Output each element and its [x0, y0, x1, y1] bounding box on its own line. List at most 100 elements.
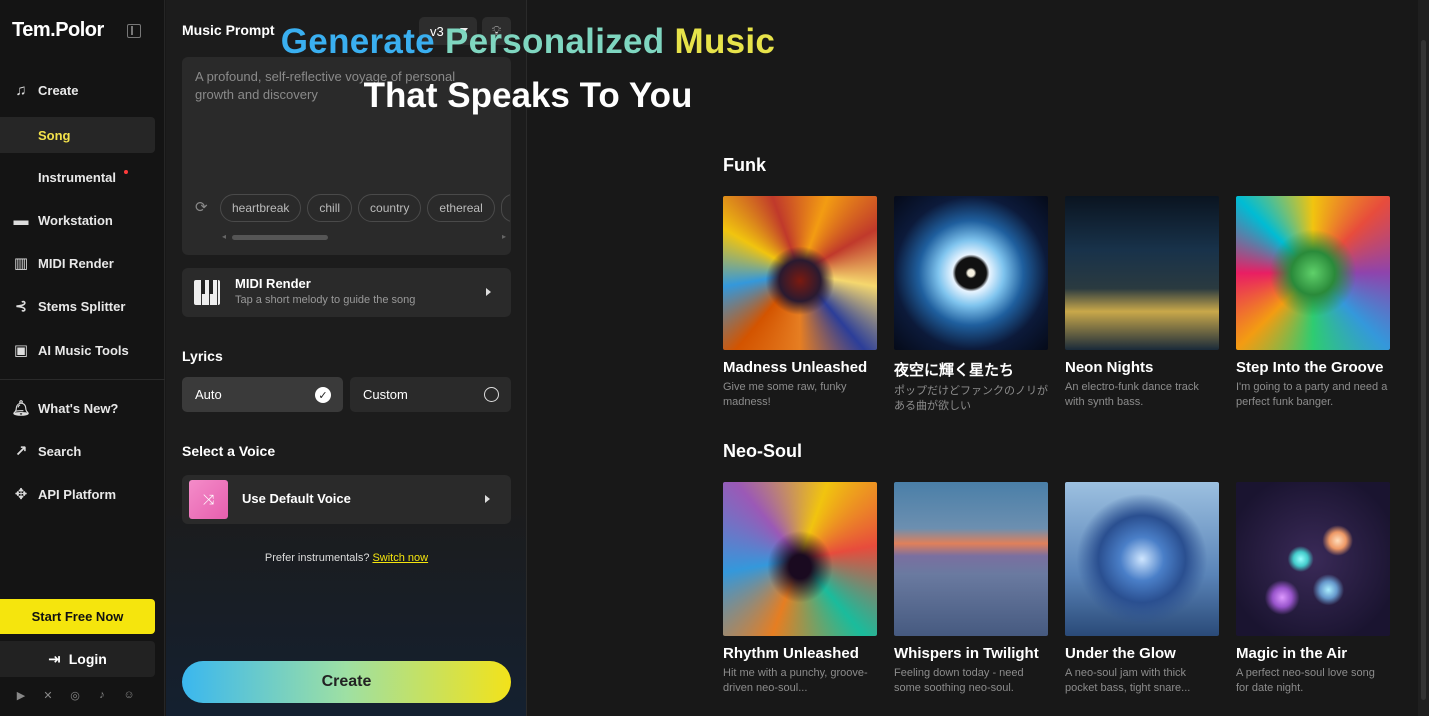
lyrics-custom-label: Custom — [363, 387, 408, 402]
nav-whats-new-label: What's New? — [38, 400, 119, 416]
nav-instrumental-label: Instrumental — [38, 169, 117, 185]
tag-chip[interactable]: country — [358, 194, 422, 222]
card-description: Hit me with a punchy, groove-driven neo-… — [723, 667, 868, 694]
cover-art-image — [723, 482, 877, 636]
card-title: Madness Unleashed — [723, 359, 868, 376]
voice-heading: Select a Voice — [182, 443, 276, 459]
card-description: ポップだけどファンクのノリがある曲が欲しい — [894, 385, 1048, 412]
card-description: Feeling down today - need some soothing … — [894, 667, 1024, 694]
start-free-button[interactable]: Start Free Now — [0, 599, 155, 634]
section-funk-heading: Funk — [723, 155, 766, 175]
social-links: ▶ ✕ ◎ ♪ ☺ — [14, 688, 136, 702]
nav-search-label: Search — [38, 443, 82, 459]
tag-chip-partial[interactable] — [500, 194, 510, 222]
prefer-instrumentals: Prefer instrumentals? Switch now — [166, 552, 527, 564]
cover-art-image — [723, 196, 877, 350]
chevron-right-icon — [485, 495, 490, 503]
tags-scrollbar[interactable] — [232, 235, 328, 240]
tiktok-icon[interactable]: ♪ — [95, 688, 109, 702]
lyrics-heading: Lyrics — [182, 348, 223, 364]
api-icon: ✥ — [14, 486, 28, 503]
nav-instrumental[interactable]: Instrumental — [0, 159, 165, 195]
voice-select[interactable]: ⤨ Use Default Voice — [182, 475, 511, 524]
cover-art-image — [894, 196, 1048, 350]
check-icon: ✓ — [315, 387, 331, 403]
nav-midi-render-label: MIDI Render — [38, 255, 114, 271]
discord-icon[interactable]: ☺ — [122, 688, 136, 702]
card-description: An electro-funk dance track with synth b… — [1065, 381, 1199, 408]
nav-workstation-label: Workstation — [38, 212, 113, 228]
instagram-icon[interactable]: ◎ — [68, 688, 82, 702]
piano-icon: ▥ — [13, 255, 29, 272]
lyrics-custom-option[interactable]: Custom — [350, 377, 511, 412]
midi-render-subtitle: Tap a short melody to guide the song — [235, 294, 416, 306]
workstation-icon: ▬ — [13, 211, 29, 229]
song-card[interactable]: Step Into the Groove I'm going to a part… — [1236, 196, 1390, 410]
song-card[interactable]: Whispers in Twilight Feeling down today … — [894, 482, 1048, 696]
nav-song[interactable]: Song — [0, 117, 155, 153]
prefer-text: Prefer instrumentals? — [264, 552, 370, 564]
tag-chips: heartbreak chill country ethereal — [220, 194, 510, 222]
song-card[interactable]: 夜空に輝く星たち ポップだけどファンクのノリがある曲が欲しい — [894, 196, 1048, 414]
tag-chip[interactable]: ethereal — [427, 194, 495, 222]
card-title: Whispers in Twilight — [894, 645, 1039, 662]
headline-line-2: That Speaks To You — [363, 76, 693, 115]
lyrics-auto-option[interactable]: Auto ✓ — [182, 377, 343, 412]
headline-word-personalized: Personalized — [444, 22, 665, 61]
nav-api-platform-label: API Platform — [38, 486, 117, 502]
new-badge-dot — [124, 170, 128, 174]
nav-stems-splitter-label: Stems Splitter — [38, 298, 126, 314]
song-card[interactable]: Rhythm Unleashed Hit me with a punchy, g… — [723, 482, 877, 696]
toolbox-icon: ▣ — [13, 342, 29, 359]
nav-workstation[interactable]: ▬ Workstation — [0, 202, 165, 238]
chevron-right-icon — [486, 288, 491, 296]
nav-ai-music-tools-label: AI Music Tools — [38, 342, 129, 358]
sidebar-divider — [0, 379, 165, 380]
cover-art-image — [1236, 482, 1390, 636]
nav-stems-splitter[interactable]: ⊰ Stems Splitter — [0, 288, 165, 324]
song-card[interactable]: Madness Unleashed Give me some raw, funk… — [723, 196, 877, 410]
create-button[interactable]: Create — [182, 661, 511, 703]
youtube-icon[interactable]: ▶ — [14, 688, 28, 702]
radio-icon — [484, 387, 499, 402]
voice-label: Use Default Voice — [242, 491, 351, 506]
cover-art-image — [1236, 196, 1390, 350]
nav-search[interactable]: ↗ Search — [0, 433, 165, 469]
cover-art-image — [1065, 196, 1219, 350]
nav-whats-new[interactable]: 🔔︎ What's New? — [0, 390, 165, 426]
nav-ai-music-tools[interactable]: ▣ AI Music Tools — [0, 332, 165, 368]
bell-icon: 🔔︎ — [11, 400, 31, 417]
midi-render-card[interactable]: MIDI Render Tap a short melody to guide … — [182, 268, 511, 317]
cover-art-image — [1065, 482, 1219, 636]
refresh-icon[interactable]: ⟳ — [195, 198, 208, 216]
song-card[interactable]: Under the Glow A neo-soul jam with thick… — [1065, 482, 1219, 696]
login-button[interactable]: ⇥ Login — [0, 641, 155, 677]
tag-chip[interactable]: chill — [307, 194, 353, 222]
nav-api-platform[interactable]: ✥ API Platform — [0, 476, 165, 512]
song-card[interactable]: Neon Nights An electro-funk dance track … — [1065, 196, 1219, 410]
song-card[interactable]: Magic in the Air A perfect neo-soul love… — [1236, 482, 1390, 696]
scroll-left-icon[interactable]: ◂ — [222, 232, 226, 241]
login-label: Login — [68, 651, 107, 667]
tag-chip[interactable]: heartbreak — [220, 194, 302, 222]
headline-line-1: Generate Personalized Music — [0, 22, 1056, 62]
midi-render-title: MIDI Render — [235, 276, 311, 291]
split-icon: ⊰ — [14, 298, 28, 315]
headline-word-generate: Generate — [280, 22, 435, 61]
main-content: Generate Personalized Music That Speaks … — [281, 0, 1429, 716]
nav-song-label: Song — [38, 127, 71, 143]
card-title: Neon Nights — [1065, 359, 1154, 376]
piano-icon — [194, 280, 220, 305]
nav-midi-render[interactable]: ▥ MIDI Render — [0, 245, 165, 281]
main-scrollbar[interactable] — [1418, 0, 1429, 716]
card-description: I'm going to a party and need a perfect … — [1236, 381, 1388, 408]
card-title: Rhythm Unleashed — [723, 645, 859, 662]
section-neo-soul-heading: Neo-Soul — [723, 441, 802, 461]
x-icon[interactable]: ✕ — [41, 688, 55, 702]
arrow-up-right-icon: ↗ — [14, 443, 28, 460]
card-title: 夜空に輝く星たち — [894, 362, 1015, 379]
card-description: A perfect neo-soul love song for date ni… — [1236, 667, 1375, 694]
card-description: A neo-soul jam with thick pocket bass, t… — [1065, 667, 1191, 694]
scroll-right-icon[interactable]: ▸ — [502, 232, 506, 241]
switch-now-link[interactable]: Switch now — [372, 552, 428, 564]
